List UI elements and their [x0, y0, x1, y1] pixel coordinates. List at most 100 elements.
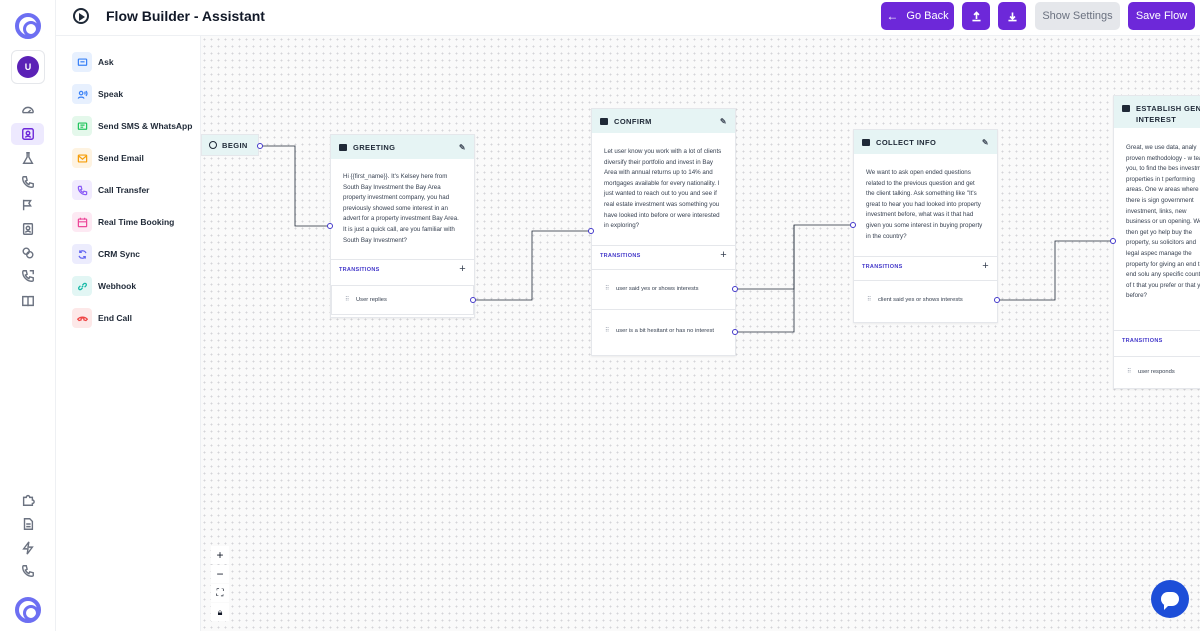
call-log-icon[interactable]	[16, 266, 40, 286]
collect-info-node[interactable]: COLLECT INFO ✎ We want to ask open ended…	[853, 129, 998, 323]
drag-handle-icon[interactable]: ⠿	[867, 296, 871, 305]
component-label: Call Transfer	[98, 185, 150, 195]
node-title: ESTABLISH GENU INTEREST	[1136, 104, 1200, 124]
edge-greeting-confirm	[473, 230, 591, 301]
edge-confirm-collect-2	[735, 225, 795, 333]
node-title: GREETING	[353, 142, 396, 152]
node-prompt[interactable]: Hi {{first_name}}. It's Kelsey here from…	[331, 159, 474, 259]
add-transition-icon[interactable]: +	[459, 263, 466, 275]
flow-canvas[interactable]: BEGIN GREETING ✎ Hi {{first_name}}. It's…	[201, 36, 1200, 631]
node-prompt[interactable]: Great, we use data, analy proven methodo…	[1114, 128, 1200, 330]
component-send-email[interactable]: Send Email	[72, 148, 144, 168]
download-icon	[1007, 11, 1017, 21]
arrow-left-icon: ←	[886, 9, 899, 23]
go-back-label: Go Back	[906, 10, 949, 22]
greeting-node[interactable]: GREETING ✎ Hi {{first_name}}. It's Kelse…	[330, 134, 475, 318]
document-icon[interactable]	[16, 514, 40, 534]
transition-item[interactable]: ⠿ user said yes or shows interests	[592, 269, 735, 309]
phone-transfer-icon	[72, 180, 92, 200]
confirm-out-port-2[interactable]	[732, 329, 738, 335]
app-logo-icon[interactable]	[15, 13, 41, 39]
speak-icon	[72, 84, 92, 104]
node-title: COLLECT INFO	[876, 137, 937, 147]
integrations-icon[interactable]	[16, 243, 40, 263]
begin-port[interactable]	[257, 143, 263, 149]
establish-in-port[interactable]	[1110, 238, 1116, 244]
greeting-in-port[interactable]	[327, 223, 333, 229]
component-real-time-booking[interactable]: Real Time Booking	[72, 212, 174, 232]
component-crm-sync[interactable]: CRM Sync	[72, 244, 140, 264]
drag-handle-icon[interactable]: ⠿	[605, 285, 609, 294]
sms-icon	[72, 116, 92, 136]
fit-view-button[interactable]: ⛶	[211, 584, 229, 602]
component-send-sms-whatsapp[interactable]: Send SMS & WhatsApp	[72, 116, 192, 136]
transition-label: user is a bit hesitant or has no interes…	[616, 327, 714, 334]
lightning-icon[interactable]	[16, 538, 40, 558]
node-prompt[interactable]: Let user know you work with a lot of cli…	[592, 133, 735, 245]
transition-label: user responds	[1138, 369, 1175, 375]
zoom-in-button[interactable]: +	[211, 546, 229, 564]
avatar[interactable]: U	[17, 56, 39, 78]
play-icon[interactable]	[73, 8, 89, 24]
drag-handle-icon[interactable]: ⠿	[605, 327, 609, 336]
edit-icon[interactable]: ✎	[982, 138, 989, 147]
lock-icon[interactable]: 🔒︎	[211, 603, 229, 621]
greeting-out-port[interactable]	[470, 297, 476, 303]
puzzle-icon[interactable]	[16, 490, 40, 510]
components-panel: Ask Speak Send SMS & WhatsApp Send Email Cal…	[56, 36, 201, 631]
transitions-header: TRANSITIONS +	[854, 256, 997, 276]
edit-icon[interactable]: ✎	[459, 143, 466, 152]
component-webhook[interactable]: Webhook	[72, 276, 136, 296]
flask-icon[interactable]	[16, 148, 40, 168]
mail-icon	[72, 148, 92, 168]
download-button[interactable]	[998, 2, 1026, 30]
node-prompt[interactable]: We want to ask open ended questions rela…	[854, 154, 997, 256]
transition-item[interactable]: ⠿ client said yes or shows interests	[854, 280, 997, 320]
node-header: ESTABLISH GENU INTEREST	[1114, 96, 1200, 128]
add-transition-icon[interactable]: +	[720, 249, 727, 261]
flow-icon[interactable]	[16, 195, 40, 215]
transitions-label: TRANSITIONS	[600, 252, 641, 259]
component-label: End Call	[98, 313, 133, 323]
component-ask[interactable]: Ask	[72, 52, 114, 72]
confirm-in-port[interactable]	[588, 228, 594, 234]
show-settings-button[interactable]: Show Settings	[1035, 2, 1120, 30]
transitions-label: TRANSITIONS	[339, 266, 380, 273]
user-avatar-wrapper[interactable]: U	[11, 50, 45, 84]
contacts-icon[interactable]	[16, 219, 40, 239]
edge-begin-greeting	[260, 145, 330, 227]
drag-handle-icon[interactable]: ⠿	[345, 296, 349, 305]
assistant-icon[interactable]	[11, 123, 44, 145]
component-end-call[interactable]: End Call	[72, 308, 132, 328]
edit-icon[interactable]: ✎	[720, 117, 727, 126]
establish-interest-node[interactable]: ESTABLISH GENU INTEREST Great, we use da…	[1113, 95, 1200, 389]
component-speak[interactable]: Speak	[72, 84, 123, 104]
transition-item[interactable]: ⠿ user responds	[1114, 356, 1200, 388]
chat-icon	[862, 138, 870, 146]
drag-handle-icon[interactable]: ⠿	[1127, 368, 1131, 377]
add-transition-icon[interactable]: +	[982, 260, 989, 272]
component-call-transfer[interactable]: Call Transfer	[72, 180, 150, 200]
support-call-icon[interactable]	[16, 561, 40, 581]
save-flow-button[interactable]: Save Flow	[1128, 2, 1195, 30]
transition-item[interactable]: ⠿ user is a bit hesitant or has no inter…	[592, 309, 735, 352]
calendar-icon	[72, 212, 92, 232]
component-label: Send Email	[98, 153, 144, 163]
confirm-out-port-1[interactable]	[732, 286, 738, 292]
collect-in-port[interactable]	[850, 222, 856, 228]
dashboard-icon[interactable]	[16, 100, 40, 120]
support-chat-button[interactable]	[1151, 580, 1189, 618]
phone-icon[interactable]	[16, 172, 40, 192]
edge-collect-establish	[997, 240, 1113, 301]
bottom-logo-icon[interactable]	[15, 597, 41, 623]
begin-node[interactable]: BEGIN	[201, 134, 259, 156]
collect-out-port[interactable]	[994, 297, 1000, 303]
upload-button[interactable]	[962, 2, 990, 30]
go-back-button[interactable]: ← Go Back	[881, 2, 954, 30]
upload-icon	[971, 10, 981, 21]
confirm-node[interactable]: CONFIRM ✎ Let user know you work with a …	[591, 108, 736, 356]
zoom-out-button[interactable]: −	[211, 565, 229, 583]
chat-icon	[72, 52, 92, 72]
transition-item[interactable]: ⠿ User replies	[331, 285, 474, 315]
book-icon[interactable]	[16, 291, 40, 311]
